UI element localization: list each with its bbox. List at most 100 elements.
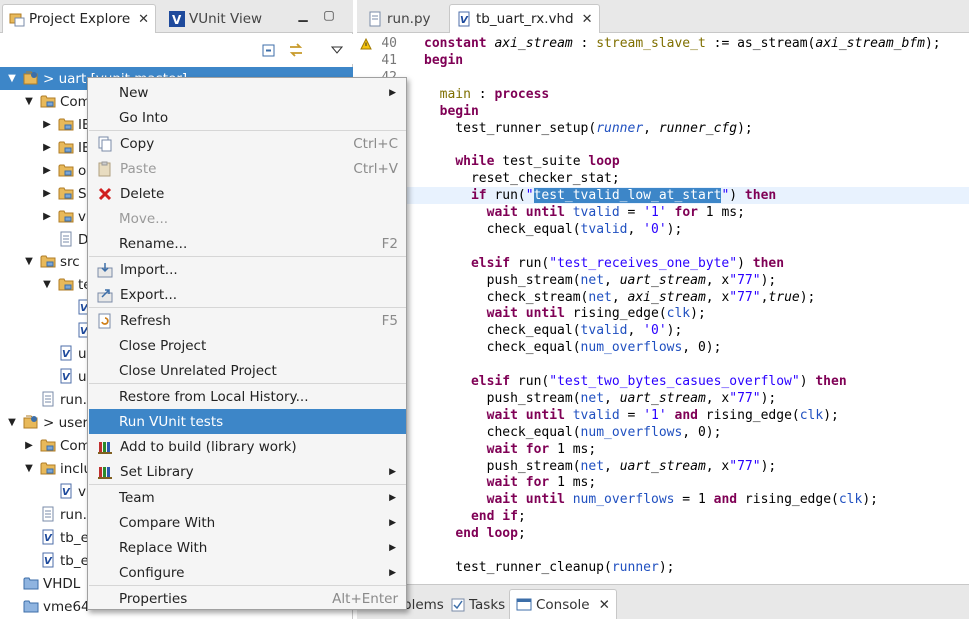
menu-item-label: Export... (120, 286, 178, 303)
code-text: end if; (470, 509, 526, 525)
view-menu-icon[interactable] (329, 42, 345, 58)
menu-shortcut: F5 (381, 312, 398, 329)
tab-problems[interactable]: blems (403, 589, 444, 619)
code-line[interactable]: check_equal(tvalid, '0'); (357, 221, 969, 238)
menu-item-set-library[interactable]: Set Library ▶ (89, 459, 406, 484)
submenu-arrow-icon: ▶ (389, 567, 396, 578)
folder-icon (58, 162, 74, 178)
code-text: constant axi_stream : stream_slave_t := … (424, 36, 941, 51)
minimize-icon[interactable]: ▁ (296, 8, 310, 22)
menu-item-add-to-build-library-work[interactable]: Add to build (library work) (89, 434, 406, 459)
code-line[interactable]: while test_suite loop (357, 153, 969, 170)
close-icon[interactable]: ✕ (138, 12, 149, 27)
menu-item-team[interactable]: Team ▶ (89, 485, 406, 510)
menu-item-close-project[interactable]: Close Project (89, 333, 406, 358)
code-line[interactable]: push_stream(net, uart_stream, x"77"); (357, 390, 969, 407)
menu-item-paste[interactable]: Paste Ctrl+V (89, 156, 406, 181)
tab-label: run.py (387, 10, 431, 27)
code-line[interactable]: reset_checker_stat; (357, 170, 969, 187)
expanded-arrow-icon[interactable]: ▼ (42, 279, 52, 290)
close-icon[interactable]: ✕ (599, 597, 610, 613)
code-line[interactable]: if run("test_tvalid_low_at_start") then (357, 187, 969, 205)
menu-item-properties[interactable]: Properties Alt+Enter (89, 586, 406, 611)
code-line[interactable] (357, 356, 969, 373)
code-line[interactable]: elsif run("test_two_bytes_casues_overflo… (357, 373, 969, 390)
menu-item-new[interactable]: New ▶ (89, 80, 406, 105)
menu-item-refresh[interactable]: Refresh F5 (89, 308, 406, 333)
code-text: wait until tvalid = '1' for 1 ms; (486, 205, 745, 220)
close-icon[interactable]: ✕ (582, 12, 593, 27)
code-line[interactable]: test_runner_cleanup(runner); (357, 559, 969, 576)
menu-item-export[interactable]: Export... (89, 282, 406, 307)
code-line[interactable]: check_stream(net, axi_stream, x"77",true… (357, 289, 969, 306)
menu-item-delete[interactable]: Delete (89, 181, 406, 206)
collapsed-arrow-icon[interactable]: ▶ (42, 119, 52, 130)
tab-project-explorer[interactable]: Project Explore ✕ (2, 4, 157, 33)
collapsed-arrow-icon[interactable]: ▶ (42, 165, 52, 176)
code-line[interactable]: 40 constant axi_stream : stream_slave_t :… (357, 35, 969, 52)
menu-item-restore-from-local-history[interactable]: Restore from Local History... (89, 384, 406, 409)
menu-item-label: Go Into (119, 109, 169, 126)
menu-item-run-vunit-tests[interactable]: Run VUnit tests (89, 409, 406, 434)
folder-icon (40, 437, 56, 453)
code-line[interactable]: 42 (357, 69, 969, 86)
menu-item-import[interactable]: Import... (89, 257, 406, 282)
link-with-editor-icon[interactable] (288, 42, 304, 58)
expanded-arrow-icon[interactable]: ▼ (7, 417, 17, 428)
expanded-arrow-icon[interactable]: ▼ (24, 256, 34, 267)
code-line[interactable] (357, 542, 969, 559)
expanded-arrow-icon[interactable]: ▼ (7, 73, 17, 84)
code-line[interactable]: end if; (357, 508, 969, 525)
code-line[interactable]: test_runner_setup(runner, runner_cfg); (357, 120, 969, 137)
collapsed-arrow-icon[interactable]: ▶ (42, 188, 52, 199)
svg-text:V: V (460, 15, 469, 26)
code-text: begin (439, 103, 479, 119)
code-line[interactable]: begin (357, 103, 969, 120)
code-line[interactable]: wait for 1 ms; (357, 474, 969, 491)
code-line[interactable]: wait until tvalid = '1' and rising_edge(… (357, 407, 969, 424)
code-line[interactable]: check_equal(tvalid, '0'); (357, 322, 969, 339)
code-line[interactable]: end loop; (357, 525, 969, 542)
maximize-icon[interactable]: ▢ (322, 8, 336, 22)
menu-item-compare-with[interactable]: Compare With ▶ (89, 510, 406, 535)
code-line[interactable] (357, 136, 969, 153)
code-line[interactable]: check_equal(num_overflows, 0); (357, 424, 969, 441)
code-line[interactable]: check_equal(num_overflows, 0); (357, 339, 969, 356)
menu-item-configure[interactable]: Configure ▶ (89, 560, 406, 585)
collapsed-arrow-icon[interactable]: ▶ (42, 142, 52, 153)
code-line[interactable]: main : process (357, 86, 969, 103)
code-line[interactable]: wait for 1 ms; (357, 441, 969, 458)
menu-item-close-unrelated-project[interactable]: Close Unrelated Project (89, 358, 406, 383)
code-line[interactable]: wait until tvalid = '1' for 1 ms; (357, 204, 969, 221)
menu-item-rename[interactable]: Rename... F2 (89, 231, 406, 256)
menu-shortcut: Alt+Enter (332, 590, 398, 607)
tab-run-py[interactable]: run.py (361, 4, 437, 33)
tab-tb-uart-rx[interactable]: V tb_uart_rx.vhd ✕ (449, 4, 600, 33)
code-line[interactable]: wait until num_overflows = 1 and rising_… (357, 491, 969, 508)
console-icon (516, 597, 532, 613)
tab-tasks[interactable]: Tasks (450, 589, 505, 619)
collapsed-arrow-icon[interactable]: ▶ (24, 440, 34, 451)
collapsed-arrow-icon[interactable]: ▶ (42, 211, 52, 222)
tree-item-label: src (60, 253, 80, 270)
expanded-arrow-icon[interactable]: ▼ (24, 463, 34, 474)
code-line[interactable]: elsif run("test_receives_one_byte") then (357, 255, 969, 272)
code-line[interactable] (357, 238, 969, 255)
menu-item-copy[interactable]: Copy Ctrl+C (89, 131, 406, 156)
code-area[interactable]: 40 constant axi_stream : stream_slave_t :… (357, 34, 969, 584)
menu-item-move[interactable]: Move... (89, 206, 406, 231)
code-line[interactable]: 41 begin (357, 52, 969, 69)
tree-item-label: u (78, 345, 87, 362)
library-icon (97, 439, 113, 455)
vhdl-file-icon: V (40, 552, 56, 568)
code-line[interactable]: push_stream(net, uart_stream, x"77"); (357, 458, 969, 475)
menu-item-replace-with[interactable]: Replace With ▶ (89, 535, 406, 560)
expanded-arrow-icon[interactable]: ▼ (24, 96, 34, 107)
menu-item-go-into[interactable]: Go Into (89, 105, 406, 130)
tab-vunit-view[interactable]: V VUnit View (163, 4, 268, 33)
code-text: check_equal(num_overflows, 0); (424, 424, 722, 440)
tab-console[interactable]: Console ✕ (509, 589, 617, 619)
code-line[interactable]: push_stream(net, uart_stream, x"77"); (357, 272, 969, 289)
collapse-all-icon[interactable] (261, 42, 277, 58)
code-line[interactable]: wait until rising_edge(clk); (357, 305, 969, 322)
